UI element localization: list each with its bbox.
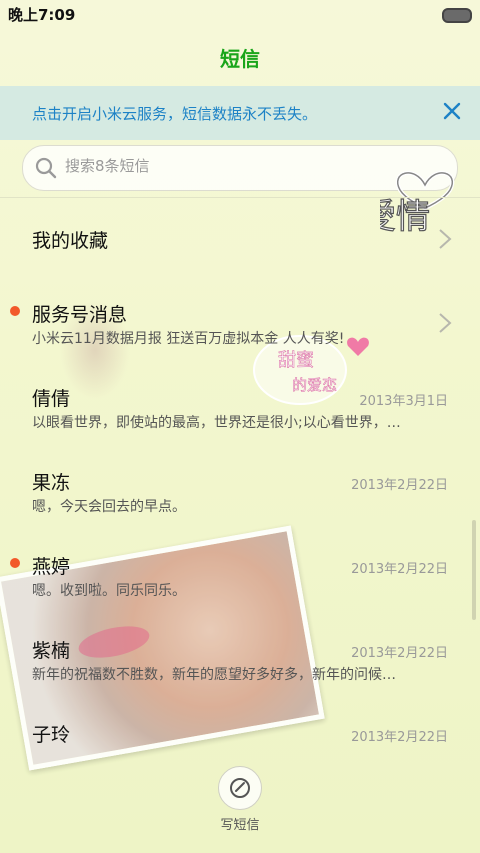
list-item-preview: 新年的祝福数不胜数，新年的愿望好多好多，新年的问候… [32,667,396,683]
list-item-conversation[interactable]: 果冻 2013年2月22日 嗯，今天会回去的早点。 [0,450,480,534]
search-input[interactable] [63,156,367,176]
battery-icon [442,8,472,23]
list-item-date: 2013年2月22日 [351,562,448,577]
cloud-service-banner[interactable]: 点击开启小米云服务，短信数据永不丢失。 [0,86,480,140]
chevron-right-icon [439,229,452,249]
list-item-favorites[interactable]: 我的收藏 [0,198,480,282]
list-item-title: 子玲 [32,724,71,746]
list-item-conversation[interactable]: 子玲 2013年2月22日 [0,702,480,752]
list-item-date: 2013年2月22日 [351,730,448,745]
unread-dot [10,558,20,568]
list-item-conversation[interactable]: 倩倩 2013年3月1日 以眼看世界，即使站的最高，世界还是很小;以心看世界，… [0,366,480,450]
list-item-title: 紫楠 [32,640,71,662]
list-item-preview: 小米云11月数据月报 狂送百万虚拟本金 人人有奖! [32,331,345,347]
list-item-date: 2013年2月22日 [351,478,448,493]
close-icon[interactable] [440,99,464,123]
compose-button[interactable] [218,766,262,810]
compose-icon [230,778,250,798]
list-item-title: 果冻 [32,472,71,494]
list-item-title: 服务号消息 [32,304,128,326]
list-item-title: 倩倩 [32,388,71,410]
status-bar: 晚上7:09 [0,0,480,28]
banner-text[interactable]: 点击开启小米云服务，短信数据永不丢失。 [32,103,317,124]
list-item-title: 我的收藏 [32,230,109,252]
list-item-service-messages[interactable]: 服务号消息 小米云11月数据月报 狂送百万虚拟本金 人人有奖! [0,282,480,366]
list-item-conversation[interactable]: 燕婷 2013年2月22日 嗯。收到啦。同乐同乐。 [0,534,480,618]
bottom-bar: 写短信 [0,752,480,853]
page-title: 短信 [220,46,260,71]
unread-dot [10,306,20,316]
search-icon [35,157,57,179]
list-item-preview: 嗯，今天会回去的早点。 [32,499,186,515]
list-item-conversation[interactable]: 紫楠 2013年2月22日 新年的祝福数不胜数，新年的愿望好多好多，新年的问候… [0,618,480,702]
list-item-title: 燕婷 [32,556,71,578]
list-item-preview: 嗯。收到啦。同乐同乐。 [32,583,186,599]
title-bar: 短信 [0,28,480,86]
chevron-right-icon [439,313,452,333]
list-item-date: 2013年2月22日 [351,646,448,661]
list-item-preview: 以眼看世界，即使站的最高，世界还是很小;以心看世界，… [32,415,401,431]
compose-label[interactable]: 写短信 [0,814,480,833]
status-time: 晚上7:09 [8,6,76,24]
list-item-date: 2013年3月1日 [359,394,448,409]
